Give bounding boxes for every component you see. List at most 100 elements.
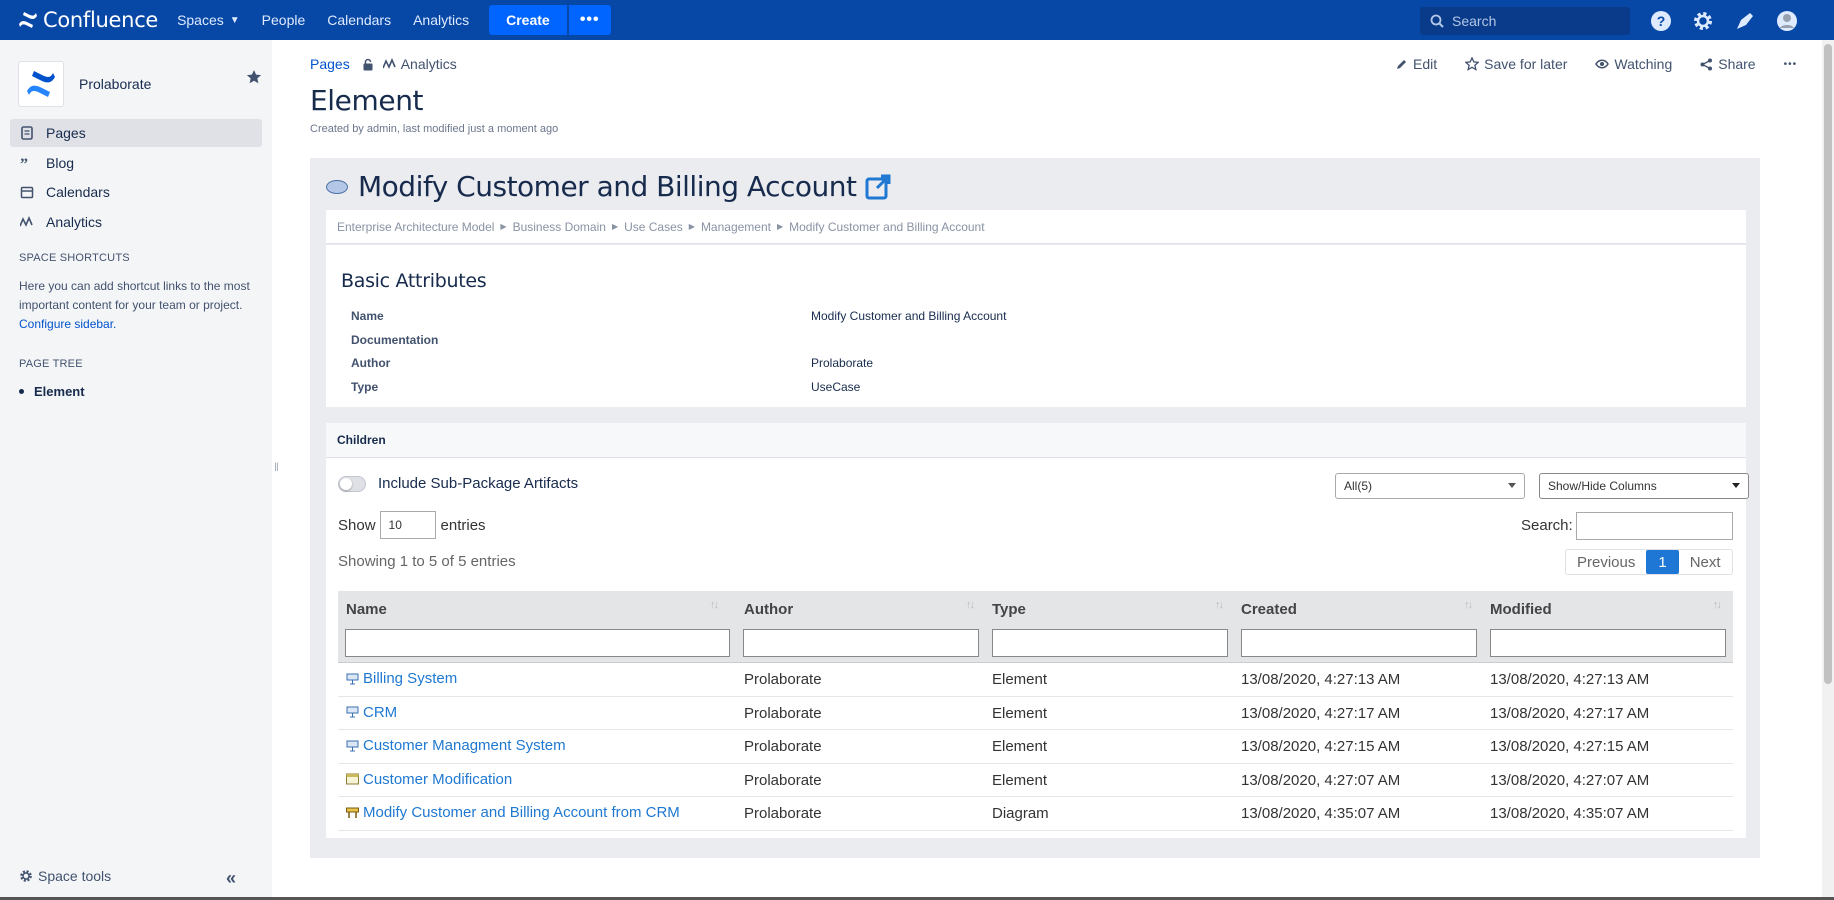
space-tools-button[interactable]: Space tools (19, 868, 111, 884)
help-icon[interactable]: ? (1650, 10, 1672, 32)
pages-icon (21, 126, 33, 140)
nav-calendars[interactable]: Calendars (327, 12, 391, 28)
row-name-link[interactable]: CRM (346, 704, 397, 721)
bullet-icon (19, 389, 24, 394)
svg-text:”: ” (20, 156, 28, 170)
sidebar-item-analytics[interactable]: Analytics (10, 208, 262, 236)
watching-button[interactable]: Watching (1595, 56, 1672, 72)
filter-input-name[interactable] (345, 629, 730, 657)
row-type: Element (992, 671, 1048, 688)
attr-label-type: Type (351, 380, 379, 394)
previous-page-button[interactable]: Previous (1566, 550, 1646, 574)
create-more-button[interactable]: ••• (568, 5, 611, 35)
next-page-button[interactable]: Next (1679, 550, 1732, 574)
row-type: Element (992, 771, 1048, 789)
scrollbar-thumb[interactable] (1824, 44, 1832, 684)
sidebar-item-blog[interactable]: ” Blog (10, 149, 262, 177)
share-button[interactable]: Share (1700, 56, 1756, 72)
collapse-sidebar-button[interactable]: « (226, 868, 236, 889)
search-input[interactable]: Search (1420, 7, 1630, 35)
children-heading: Children (326, 423, 1746, 458)
page-1-button[interactable]: 1 (1646, 550, 1679, 574)
breadcrumb-analytics[interactable]: Analytics (401, 56, 457, 72)
sort-icon[interactable]: ↑↓ (710, 599, 719, 611)
path-item[interactable]: Business Domain (513, 220, 606, 234)
page-scrollbar[interactable] (1822, 40, 1834, 900)
column-header-type[interactable]: Type (992, 601, 1026, 618)
row-modified: 13/08/2020, 4:27:17 AM (1490, 704, 1650, 722)
row-name-link[interactable]: Modify Customer and Billing Account from… (346, 804, 680, 821)
configure-sidebar-link[interactable]: Configure sidebar. (19, 315, 254, 334)
sidebar-item-label: Blog (46, 155, 75, 171)
table-header: Name ↑↓ Author ↑↓ Type ↑↓ Created ↑↓ Mod… (338, 591, 1733, 663)
nav-people[interactable]: People (262, 12, 306, 28)
show-hide-columns-select[interactable]: Show/Hide Columns (1539, 473, 1749, 499)
column-header-created[interactable]: Created (1241, 601, 1297, 618)
nav-people-label: People (261, 12, 306, 28)
nav-analytics[interactable]: Analytics (413, 12, 469, 28)
nav-spaces[interactable]: Spaces ▼ (177, 12, 240, 28)
star-icon[interactable] (246, 69, 262, 85)
sidebar-item-pages[interactable]: Pages (10, 119, 262, 147)
row-author: Prolaborate (744, 805, 822, 822)
sidebar: Prolaborate Pages ” Blog Calendars Analy… (0, 40, 272, 900)
shortcuts-help-text: Here you can add shortcut links to the m… (19, 279, 250, 312)
element-title: Modify Customer and Billing Account (326, 170, 892, 203)
column-header-name[interactable]: Name (346, 601, 387, 618)
settings-icon[interactable] (1692, 10, 1714, 32)
breadcrumb-pages[interactable]: Pages (310, 56, 350, 72)
usecase-icon (326, 179, 348, 194)
row-name-link[interactable]: Customer Modification (346, 771, 512, 788)
table-search-label: Search: (1521, 517, 1573, 534)
page-tree-item[interactable]: Element (19, 384, 85, 399)
include-subpackage-toggle[interactable] (338, 476, 366, 492)
row-name-link[interactable]: Customer Managment System (346, 737, 566, 754)
space-shortcuts-help: Here you can add shortcut links to the m… (19, 277, 254, 334)
lock-icon[interactable] (362, 58, 374, 71)
type-filter-select[interactable]: All(5) (1335, 473, 1525, 499)
edit-button[interactable]: Edit (1396, 56, 1437, 72)
sidebar-resize-handle[interactable]: ‖ (274, 460, 279, 474)
table-search-input[interactable] (1576, 512, 1733, 540)
external-link-icon[interactable] (864, 173, 892, 201)
analytics-icon (382, 58, 396, 69)
entries-count-input[interactable]: 10 (379, 511, 436, 539)
filter-input-type[interactable] (992, 629, 1228, 657)
row-modified: 13/08/2020, 4:35:07 AM (1490, 805, 1650, 822)
save-for-later-button[interactable]: Save for later (1465, 56, 1567, 72)
sidebar-item-calendars[interactable]: Calendars (10, 178, 262, 206)
path-item[interactable]: Management (701, 220, 771, 234)
column-header-author[interactable]: Author (744, 601, 793, 618)
profile-avatar[interactable] (1776, 10, 1798, 32)
sort-icon[interactable]: ↑↓ (1215, 599, 1224, 611)
filter-input-created[interactable] (1241, 629, 1477, 657)
space-name: Prolaborate (79, 76, 152, 92)
filter-input-modified[interactable] (1490, 629, 1726, 657)
column-header-modified[interactable]: Modified (1490, 601, 1552, 618)
entries-length-control: Show 10 entries (338, 511, 486, 539)
show-label: Show (338, 516, 376, 534)
sort-icon[interactable]: ↑↓ (1713, 599, 1722, 611)
more-actions-button[interactable]: ••• (1784, 59, 1798, 70)
confluence-logo[interactable]: Confluence (18, 8, 158, 32)
row-name-link[interactable]: Billing System (346, 670, 457, 687)
page-metadata: Created by admin, last modified just a m… (310, 123, 559, 135)
row-created: 13/08/2020, 4:27:13 AM (1241, 671, 1401, 688)
share-icon (1700, 58, 1713, 70)
row-created: 13/08/2020, 4:27:07 AM (1241, 771, 1401, 789)
row-author: Prolaborate (744, 704, 822, 722)
row-author: Prolaborate (744, 771, 822, 789)
row-name-label: CRM (363, 703, 398, 721)
sort-icon[interactable]: ↑↓ (1464, 599, 1473, 611)
path-item[interactable]: Use Cases (624, 220, 683, 234)
breadcrumb: Pages Analytics (310, 56, 457, 72)
sort-icon[interactable]: ↑↓ (966, 599, 975, 611)
filter-input-author[interactable] (743, 629, 979, 657)
toggle-knob (340, 478, 352, 490)
path-item[interactable]: Enterprise Architecture Model (337, 220, 494, 234)
notifications-icon[interactable] (1734, 10, 1756, 32)
create-button[interactable]: Create (489, 5, 567, 35)
path-item[interactable]: Modify Customer and Billing Account (789, 220, 984, 234)
attr-label-name: Name (351, 309, 384, 323)
space-header[interactable]: Prolaborate (0, 40, 272, 112)
